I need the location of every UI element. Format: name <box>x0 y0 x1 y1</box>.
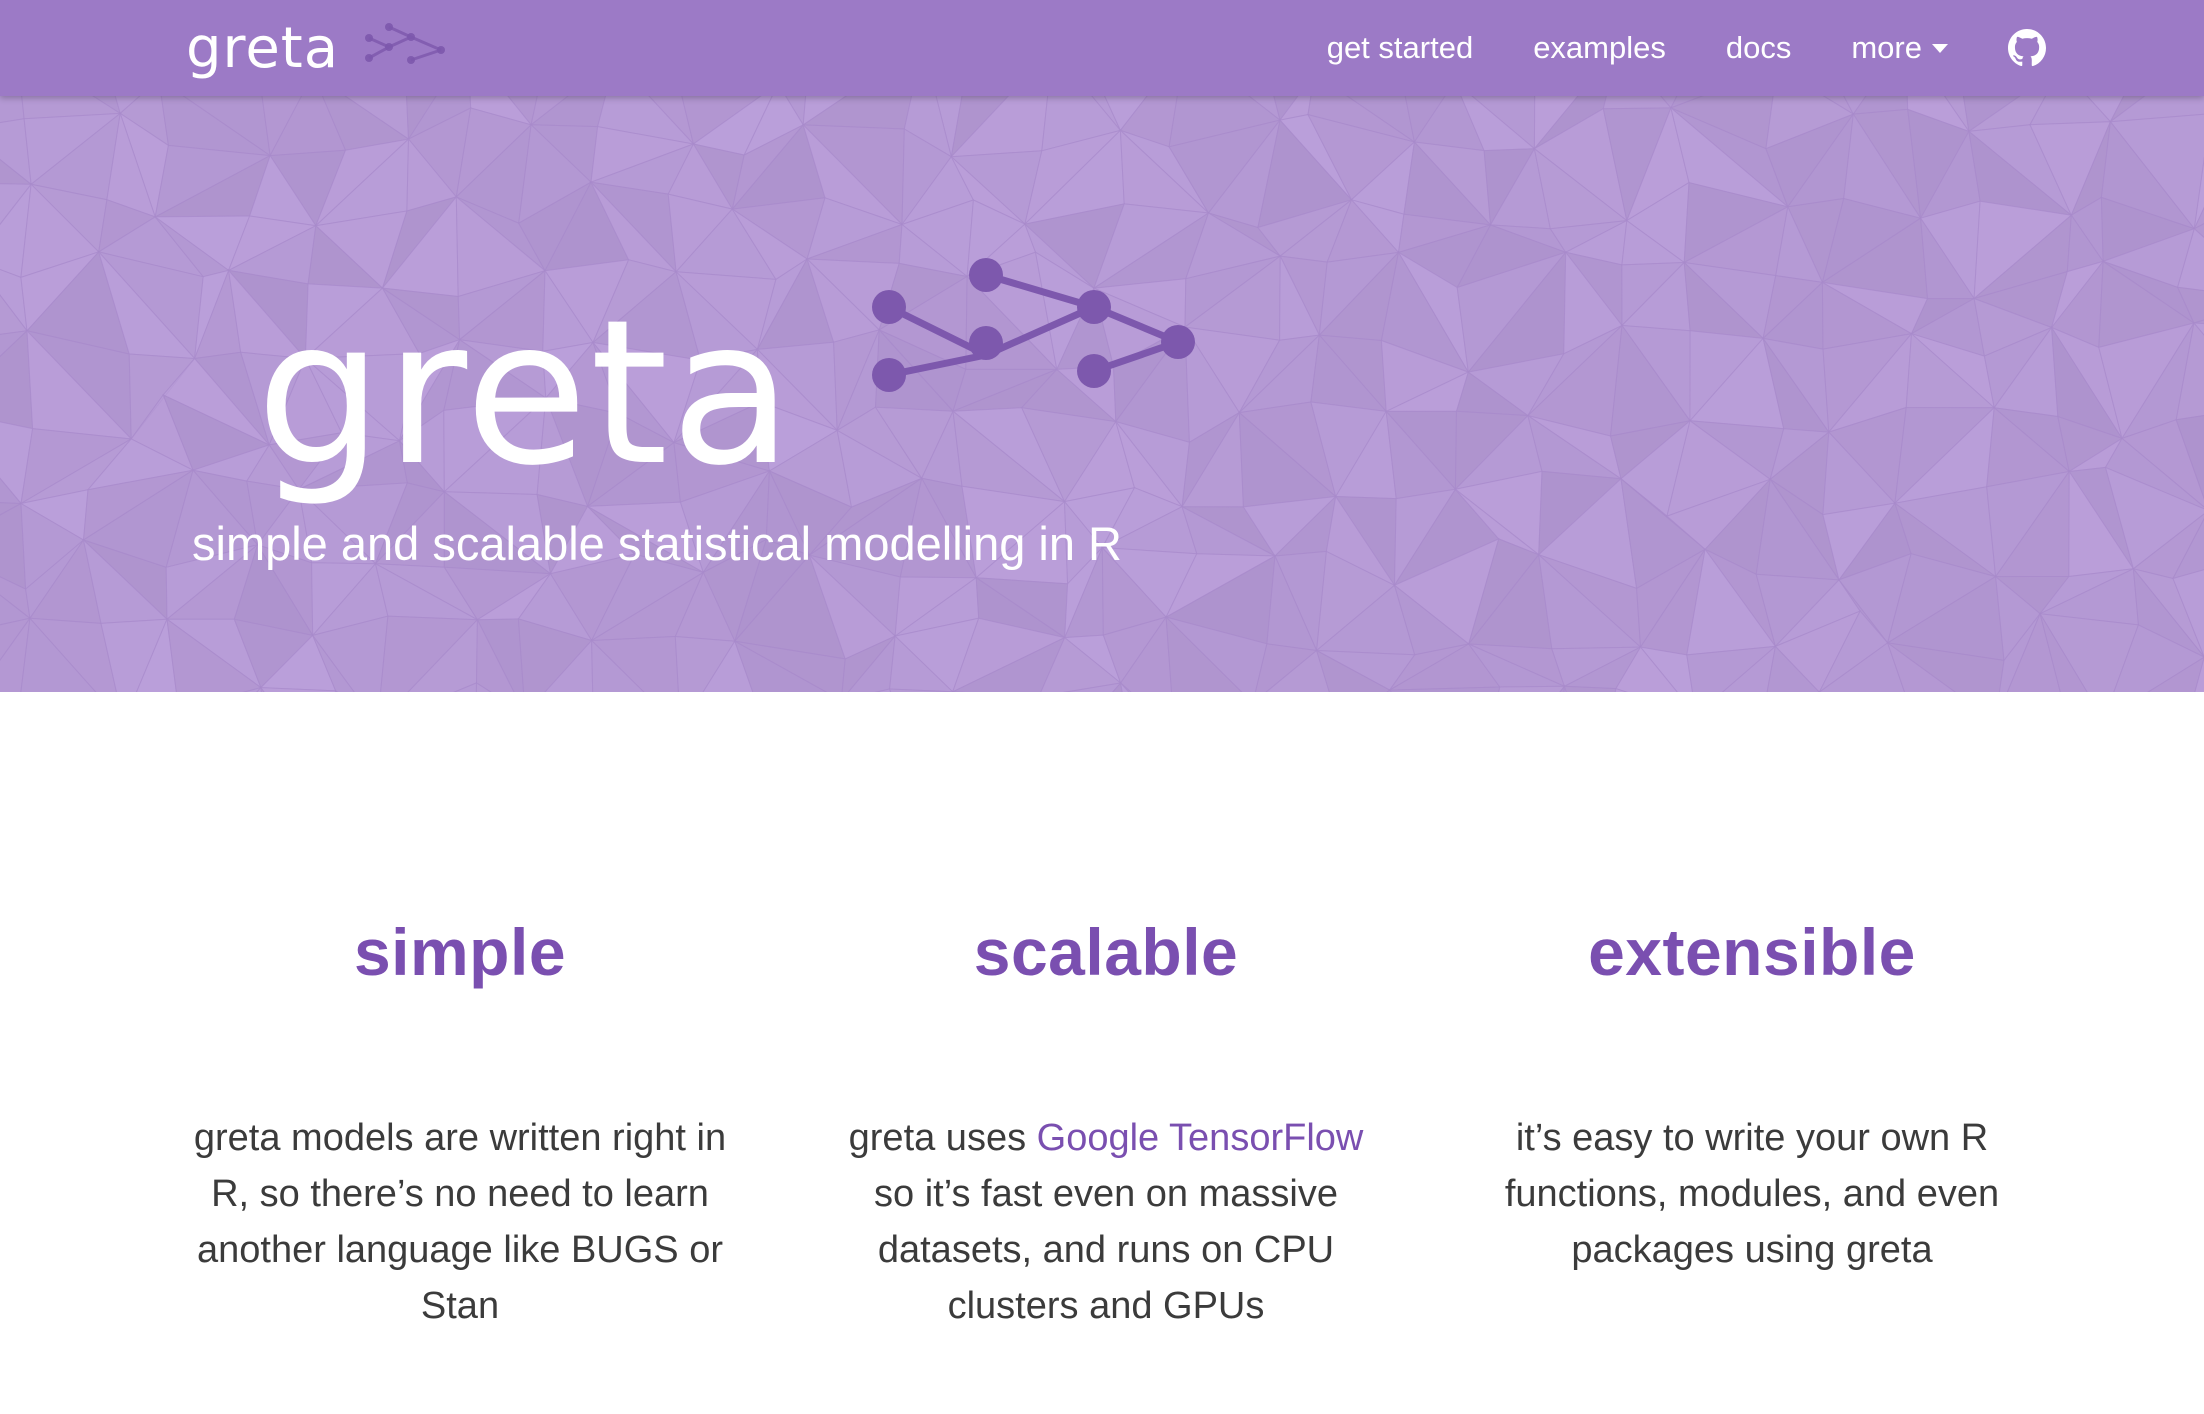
feature-title: simple <box>353 915 567 989</box>
feature-description: greta uses Google TensorFlow so it’s fas… <box>806 1110 1406 1334</box>
feature-title: extensible <box>1588 915 1916 989</box>
feature-description: it’s easy to write your own R functions,… <box>1504 1117 2000 1271</box>
nav-more-label: more <box>1851 30 1922 65</box>
feature-description: greta models are written right in R, so … <box>193 1117 727 1327</box>
github-link[interactable] <box>2008 29 2046 67</box>
greta-graph-logo-icon <box>365 23 446 64</box>
feature-scalable: scalable greta uses Google TensorFlow so… <box>806 692 1406 1334</box>
top-navbar: greta get started examples docs more <box>0 0 2204 96</box>
hero-subtitle: simple and scalable statistical modellin… <box>192 517 1122 570</box>
nav-more-dropdown[interactable]: more <box>1851 30 1948 66</box>
nav-links: get started examples docs more <box>1267 0 2046 96</box>
feature-text-after: so it’s fast even on massive datasets, a… <box>874 1173 1338 1327</box>
feature-simple: simple greta models are written right in… <box>160 692 760 1334</box>
feature-extensible: extensible it’s easy to write your own R… <box>1452 692 2052 1278</box>
feature-text-before: greta uses <box>848 1117 1037 1159</box>
nav-docs[interactable]: docs <box>1726 30 1791 66</box>
brand-name: greta <box>186 15 340 81</box>
tensorflow-link[interactable]: Google TensorFlow <box>1037 1117 1364 1159</box>
nav-examples[interactable]: examples <box>1533 30 1666 66</box>
brand-home-link[interactable]: greta <box>186 10 451 86</box>
hero-title: greta <box>256 277 795 510</box>
features-section: simple greta models are written right in… <box>0 692 2204 1414</box>
feature-title: scalable <box>973 915 1239 989</box>
nav-get-started[interactable]: get started <box>1327 30 1473 66</box>
hero-logo: greta <box>256 258 1195 510</box>
hero-banner: greta simple and scalable statistical mo… <box>0 96 2204 692</box>
github-icon <box>2008 29 2046 67</box>
greta-graph-icon <box>885 271 1182 379</box>
chevron-down-icon <box>1932 43 1948 53</box>
